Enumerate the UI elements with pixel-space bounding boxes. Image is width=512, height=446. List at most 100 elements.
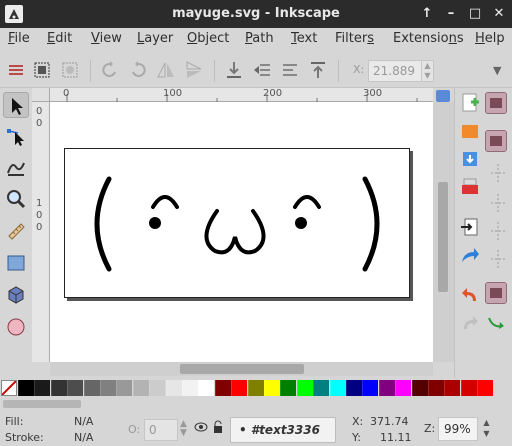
save-document-icon[interactable] bbox=[459, 148, 481, 170]
print-icon[interactable] bbox=[459, 176, 481, 198]
horizontal-scrollbar[interactable] bbox=[50, 362, 433, 376]
menu-text[interactable]: Text bbox=[291, 31, 317, 46]
scrollbar-thumb[interactable] bbox=[180, 364, 304, 374]
vertical-ruler[interactable]: 0 0 1 0 0 bbox=[32, 102, 50, 362]
snap-rotation-center-icon[interactable] bbox=[485, 312, 507, 334]
color-swatch[interactable] bbox=[18, 380, 34, 396]
maximize-button[interactable]: □ bbox=[466, 5, 484, 23]
color-swatch[interactable] bbox=[50, 380, 67, 396]
color-swatch[interactable] bbox=[231, 380, 248, 396]
raise-icon[interactable] bbox=[280, 60, 300, 80]
color-swatch[interactable] bbox=[100, 380, 116, 396]
rectangle-tool[interactable] bbox=[3, 250, 29, 276]
color-swatch[interactable] bbox=[313, 380, 330, 396]
3d-box-tool[interactable] bbox=[3, 282, 29, 308]
lower-icon[interactable] bbox=[252, 60, 272, 80]
rotate-ccw-icon[interactable] bbox=[100, 60, 120, 80]
color-swatch[interactable] bbox=[198, 380, 215, 396]
color-swatch[interactable] bbox=[395, 380, 412, 396]
snap-page-icon[interactable] bbox=[489, 248, 511, 270]
menu-object[interactable]: Object bbox=[187, 31, 229, 46]
color-swatch[interactable] bbox=[329, 380, 346, 396]
flip-horizontal-icon[interactable] bbox=[156, 60, 176, 80]
stroke-value[interactable]: N/A bbox=[74, 431, 93, 444]
fill-value[interactable]: N/A bbox=[74, 415, 93, 428]
x-coordinate-spinner[interactable]: ▲ ▼ bbox=[421, 60, 434, 82]
snap-bbox-edge-icon[interactable] bbox=[489, 162, 511, 184]
color-swatch[interactable] bbox=[477, 380, 494, 396]
zoom-input[interactable]: 99% bbox=[438, 417, 478, 441]
node-tool[interactable] bbox=[3, 124, 29, 150]
color-swatch[interactable] bbox=[149, 380, 166, 396]
drawing-canvas[interactable] bbox=[50, 102, 433, 362]
opacity-spinner[interactable]: ▲ ▼ bbox=[180, 420, 187, 438]
color-swatch[interactable] bbox=[34, 380, 51, 396]
menu-edit[interactable]: Edit bbox=[47, 31, 72, 46]
color-swatch[interactable] bbox=[264, 380, 280, 396]
ellipse-tool[interactable] bbox=[3, 314, 29, 340]
color-swatch[interactable] bbox=[67, 380, 84, 396]
color-swatch[interactable] bbox=[378, 380, 395, 396]
color-swatch[interactable] bbox=[247, 380, 264, 396]
keep-above-button[interactable]: ↑ bbox=[418, 5, 436, 23]
selector-tool[interactable] bbox=[3, 92, 29, 118]
x-coordinate-input[interactable]: 21.889 bbox=[368, 60, 422, 82]
color-swatch[interactable] bbox=[165, 380, 182, 396]
scrollbar-thumb[interactable] bbox=[438, 182, 448, 292]
snap-enable-button[interactable] bbox=[485, 282, 507, 304]
vertical-scrollbar[interactable] bbox=[433, 102, 454, 362]
guide-lock-icon[interactable] bbox=[436, 90, 450, 102]
import-icon[interactable] bbox=[459, 216, 481, 238]
color-swatch[interactable] bbox=[296, 380, 313, 396]
export-icon[interactable] bbox=[459, 244, 481, 266]
snap-bbox-button[interactable] bbox=[485, 130, 507, 152]
menu-path[interactable]: Path bbox=[245, 31, 274, 46]
color-swatch[interactable] bbox=[460, 380, 477, 396]
no-paint-swatch[interactable] bbox=[1, 380, 17, 396]
layer-visibility-icon[interactable] bbox=[194, 420, 208, 437]
close-button[interactable]: ✕ bbox=[490, 5, 508, 23]
color-swatch[interactable] bbox=[83, 380, 100, 396]
new-document-icon[interactable] bbox=[459, 92, 481, 114]
toolbar-overflow-icon[interactable]: ▼ bbox=[493, 64, 501, 77]
raise-to-top-icon[interactable] bbox=[308, 60, 328, 80]
menu-view[interactable]: View bbox=[91, 31, 122, 46]
color-swatch[interactable] bbox=[444, 380, 461, 396]
opacity-input[interactable]: 0 bbox=[144, 419, 178, 441]
color-swatch[interactable] bbox=[362, 380, 379, 396]
current-layer-selector[interactable]: • #text3336 bbox=[230, 417, 336, 443]
select-all-icon[interactable] bbox=[6, 60, 26, 80]
color-swatch[interactable] bbox=[411, 380, 428, 396]
flip-vertical-icon[interactable] bbox=[184, 60, 204, 80]
palette-scrollbar[interactable] bbox=[0, 398, 512, 410]
menu-layer[interactable]: Layer bbox=[137, 31, 173, 46]
tweak-tool[interactable] bbox=[3, 154, 29, 180]
menu-file[interactable]: File bbox=[8, 31, 30, 46]
zoom-tool[interactable] bbox=[3, 186, 29, 212]
snap-guide-icon[interactable] bbox=[489, 220, 511, 242]
snap-nodes-icon[interactable] bbox=[489, 192, 511, 214]
open-document-icon[interactable] bbox=[459, 120, 481, 142]
scrollbar-thumb[interactable] bbox=[3, 400, 81, 408]
horizontal-ruler[interactable]: 0 100 200 300 bbox=[50, 88, 433, 102]
lower-to-bottom-icon[interactable] bbox=[224, 60, 244, 80]
zoom-spinner[interactable]: ▲ ▼ bbox=[480, 417, 493, 441]
menu-help[interactable]: Help bbox=[475, 31, 505, 46]
menu-filters[interactable]: Filters bbox=[335, 31, 374, 46]
color-swatch[interactable] bbox=[428, 380, 444, 396]
invert-selection-icon[interactable] bbox=[60, 60, 80, 80]
snap-toggle-button[interactable] bbox=[485, 92, 507, 114]
measure-tool[interactable] bbox=[3, 218, 29, 244]
kaomoji-text-object[interactable] bbox=[65, 149, 411, 299]
color-swatch[interactable] bbox=[116, 380, 133, 396]
rotate-cw-icon[interactable] bbox=[128, 60, 148, 80]
color-swatch[interactable] bbox=[280, 380, 297, 396]
redo-icon[interactable] bbox=[459, 312, 481, 334]
layer-lock-icon[interactable] bbox=[212, 420, 224, 437]
color-swatch[interactable] bbox=[182, 380, 198, 396]
minimize-button[interactable]: – bbox=[442, 5, 460, 23]
menu-extensions[interactable]: Extensions bbox=[393, 31, 464, 46]
color-swatch[interactable] bbox=[132, 380, 149, 396]
color-swatch[interactable] bbox=[346, 380, 362, 396]
select-all-layers-icon[interactable] bbox=[32, 60, 52, 80]
